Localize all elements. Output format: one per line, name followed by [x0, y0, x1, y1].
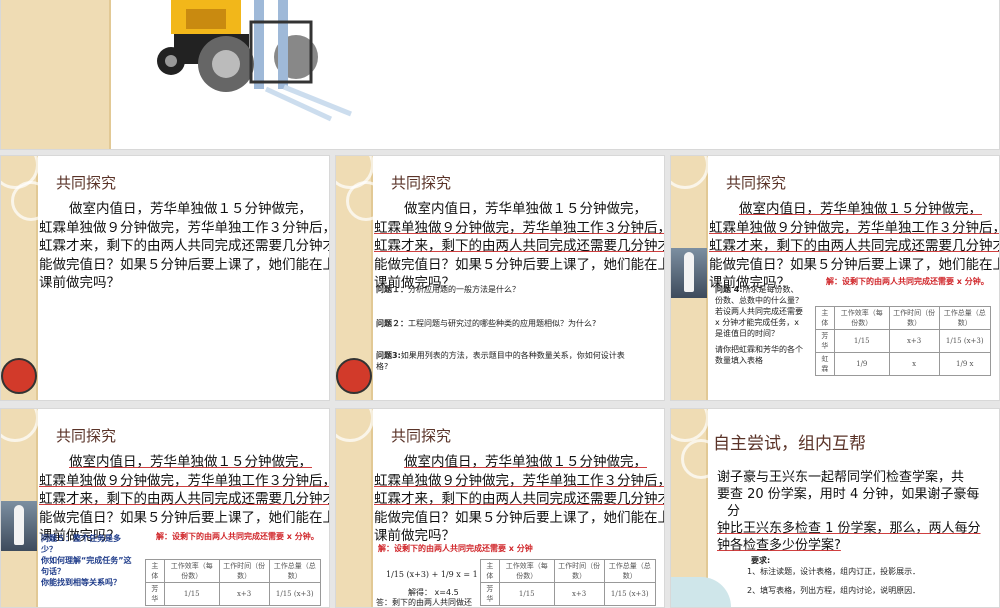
data-table: 主体 工作效率（每份数） 工作时间（份数） 工作总量（总数） 芳华 1/15 x+3 1/1…: [815, 306, 991, 376]
slide-thumbnail-3[interactable]: 共同探究 做室内值日，芳华单独做１５分钟做完， 虹霖单独做９分钟做完，芳华单独工…: [670, 155, 1000, 401]
question-3: 问题3:如果用列表的方法，表示题目中的各种数量关系，你如何设计表格?: [376, 351, 625, 371]
problem-text: 做室内值日，芳华单独做１５分钟做完， 虹霖单独做９分钟做完，芳华单独工作３分钟后…: [39, 200, 329, 293]
text-line: 虹霖才来，剩下的由两人共同完成还需要几分钟才: [374, 238, 665, 254]
solution-text: 解：设剩下的由两人共同完成还需要 x 分钟。: [156, 532, 319, 541]
question-4: 问题 4:所求是每份数、份数、总数中的什么量？若设两人共同完成还需要 x 分钟才…: [715, 285, 803, 338]
text-line: 钟比王兴东多检查 1 份学案，那么，两人每分: [717, 521, 981, 536]
rocket-icon: [671, 248, 707, 298]
decor-wave: [671, 577, 731, 607]
text-line: 做室内值日，芳华单独做１５分钟做完，: [69, 201, 312, 217]
text-line: 能做完值日？如果５分钟后要上课了，她们能在上: [39, 256, 330, 273]
slide-thumbnail-6[interactable]: 自主尝试，组内互帮 谢子豪与王兴东一起帮同学们检查学案，共 要查 20 份学案，…: [670, 408, 1000, 608]
text-line: 能做完值日？如果５分钟后要上课了，她们能在上: [374, 256, 665, 273]
text-line: 虹霖才来，剩下的由两人共同完成还需要几分钟才: [709, 238, 1000, 254]
text-line: 虹霖单独做９分钟做完，芳华单独工作３分钟后，: [709, 219, 1000, 236]
slide-thumbnail-5[interactable]: 共同探究 做室内值日，芳华单独做１５分钟做完， 虹霖单独做９分钟做完，芳华单独工…: [335, 408, 665, 608]
text-line: 钟各检查多少份学案?: [717, 538, 841, 553]
slide-thumbnail-1[interactable]: 共同探究 做室内值日，芳华单独做１５分钟做完， 虹霖单独做９分钟做完，芳华单独工…: [0, 155, 330, 401]
text-line: 谢子豪与王兴东一起帮同学们检查学案，共: [717, 470, 965, 485]
slide-title: 共同探究: [56, 427, 117, 445]
question-5: 问题５：整个任务是多少？ 你如何理解“完成任务”这句话？ 你能找到相等关系吗？: [41, 534, 132, 587]
problem-text: 做室内值日，芳华单独做１５分钟做完， 虹霖单独做９分钟做完，芳华单独工作３分钟后…: [374, 200, 664, 293]
text-line: 能做完值日？如果５分钟后要上课了，她们能在上: [374, 509, 665, 526]
slide-title: 共同探究: [391, 427, 452, 445]
data-table: 主体 工作效率（每份数） 工作时间（份数） 工作总量（总数） 芳华 1/15 x+3 1/1…: [480, 559, 656, 606]
slide-title: 自主尝试，组内互帮: [713, 434, 866, 454]
slide-thumbnail-2[interactable]: 共同探究 做室内值日，芳华单独做１５分钟做完， 虹霖单独做９分钟做完，芳华单独工…: [335, 155, 665, 401]
text-line: 做室内值日，芳华单独做１５分钟做完，: [739, 201, 982, 217]
text-line: 做室内值日，芳华单独做１５分钟做完，: [404, 201, 647, 217]
text-line: 虹霖单独做９分钟做完，芳华单独工作３分钟后，: [39, 472, 330, 489]
slide-title: 共同探究: [726, 174, 787, 192]
text-line: 虹霖才来，剩下的由两人共同完成还需要几分钟才: [374, 491, 665, 507]
text-line: 做室内值日，芳华单独做１５分钟做完，: [69, 454, 312, 470]
question-1: 问题１：分析应用题的一般方法是什么？: [376, 285, 520, 294]
text-line: 能做完值日？如果５分钟后要上课了，她们能在上: [39, 509, 330, 526]
equation: 1/15 (x+3) + 1/9 x = 1: [386, 570, 478, 579]
text-line: 虹霖单独做９分钟做完，芳华单独工作３分钟后，: [374, 219, 665, 236]
question-2: 问题２：工程问题与研究过的哪些种类的应用题相似？为什么?: [376, 319, 597, 328]
text-line: 虹霖才来，剩下的由两人共同完成还需要几分钟才: [39, 491, 330, 507]
text-line: 虹霖才来，剩下的由两人共同完成还需要几分钟才: [39, 238, 330, 254]
slide-title: 共同探究: [391, 174, 452, 192]
text-line: 虹霖单独做９分钟做完，芳华单独工作３分钟后，: [39, 219, 330, 236]
computer-badge-icon: [336, 358, 372, 394]
text-line: 做室内值日，芳华单独做１５分钟做完，: [404, 454, 647, 470]
requirements-label: 要求:: [751, 556, 771, 565]
task-text: 谢子豪与王兴东一起帮同学们检查学案，共 要查 20 份学案，用时 4 分钟，如果…: [717, 469, 999, 554]
slide-decor-strip: [1, 0, 111, 149]
text-line: 能做完值日？如果５分钟后要上课了，她们能在上: [709, 256, 1000, 273]
requirement-2: 2、填写表格，列出方程，组内讨论，说明原因．: [747, 586, 921, 595]
computer-badge-icon: [1, 358, 37, 394]
slide-thumbnail-4[interactable]: 共同探究 做室内值日，芳华单独做１５分钟做完， 虹霖单独做９分钟做完，芳华单独工…: [0, 408, 330, 608]
problem-text: 做室内值日，芳华单独做１５分钟做完， 虹霖单独做９分钟做完，芳华单独工作３分钟后…: [374, 453, 664, 546]
solution-text: 解：设剩下的由两人共同完成还需要 x 分钟: [378, 544, 533, 553]
slide-title: 共同探究: [56, 174, 117, 192]
text-line: 虹霖单独做９分钟做完，芳华单独工作３分钟后，: [374, 472, 665, 489]
forklift-image: [157, 0, 352, 122]
fill-instruction: 请你把虹霖和芳华的各个数量填入表格: [715, 345, 803, 365]
requirement-1: 1、标注读题，设计表格，组内订正，投影展示．: [747, 567, 921, 576]
text-line: 课前做完吗？: [39, 275, 120, 291]
text-line: 分: [727, 504, 741, 519]
text-line: 要查 20 份学案，用时 4 分钟，如果谢子豪每: [717, 487, 980, 502]
data-table: 主体 工作效率（每份数） 工作时间（份数） 工作总量（总数） 芳华 1/15 x+3 1/1…: [145, 559, 321, 606]
rocket-icon: [1, 501, 37, 551]
answer-text: 答：剩下的由两人共同做还: [376, 598, 472, 607]
solution-text: 解：设剩下的由两人共同完成还需要 x 分钟。: [826, 277, 989, 286]
slide-thumbnail-previous[interactable]: [0, 0, 1000, 150]
